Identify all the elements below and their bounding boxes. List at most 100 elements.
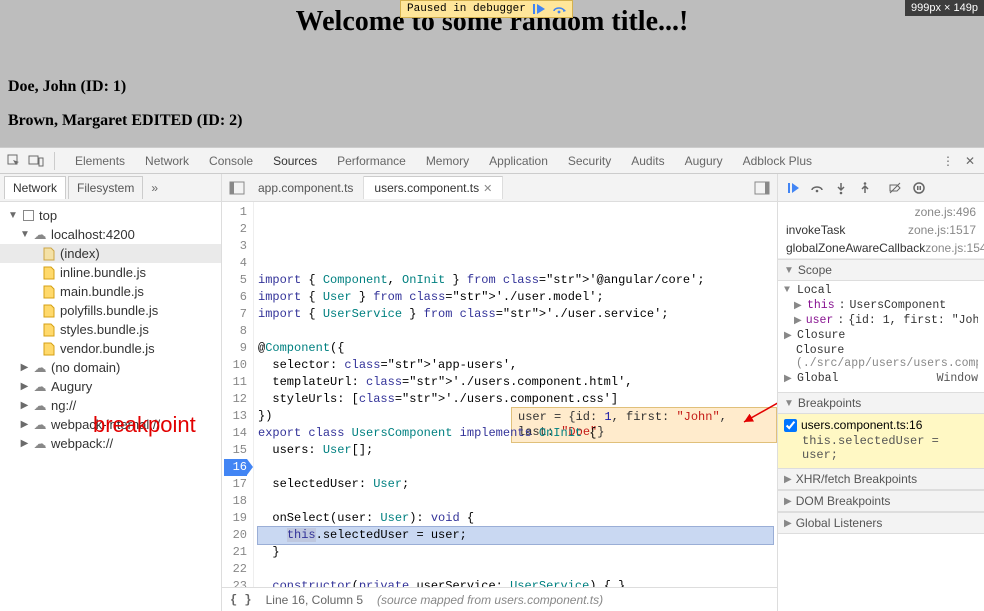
user-entry-2[interactable]: Brown, Margaret EDITED (ID: 2) [8,112,243,130]
device-toggle-icon[interactable] [28,153,44,169]
line-number[interactable]: 11 [224,374,247,391]
scope-local-header[interactable]: ▼Local [784,283,978,298]
code-line[interactable]: templateUrl: class="str">'./users.compon… [258,374,773,391]
code-line[interactable]: }) [258,408,773,425]
devtools-tab-sources[interactable]: Sources [263,148,327,176]
tree-top[interactable]: ▼ top [0,206,221,225]
tree-domain[interactable]: ▶☁Augury [0,377,221,396]
nav-tab-more[interactable]: » [145,181,164,195]
line-number[interactable]: 21 [224,544,247,561]
dom-breakpoints-header[interactable]: ▶DOM Breakpoints [778,490,984,512]
code-line[interactable]: users: User[]; [258,442,773,459]
line-number[interactable]: 22 [224,561,247,578]
resume-button-icon[interactable] [784,179,802,197]
devtools-tab-adblock-plus[interactable]: Adblock Plus [733,148,822,174]
line-number[interactable]: 9 [224,340,247,357]
scope-header[interactable]: ▼Scope [778,259,984,281]
tree-file[interactable]: styles.bundle.js [0,320,221,339]
nav-tab-filesystem[interactable]: Filesystem [68,176,143,199]
line-number[interactable]: 19 [224,510,247,527]
devtools-tab-application[interactable]: Application [479,148,558,174]
line-number[interactable]: 7 [224,306,247,323]
scope-closure-2[interactable]: Closure(./src/app/users/users.component.… [784,343,978,371]
line-number[interactable]: 13 [224,408,247,425]
callstack-name-1[interactable]: invokeTask [786,223,845,237]
line-number[interactable]: 1 [224,204,247,221]
devtools-tab-security[interactable]: Security [558,148,621,174]
nav-tab-network[interactable]: Network [4,176,66,199]
xhr-breakpoints-header[interactable]: ▶XHR/fetch Breakpoints [778,468,984,490]
line-number[interactable]: 5 [224,272,247,289]
line-number[interactable]: 2 [224,221,247,238]
code-line[interactable]: selectedUser: User; [258,476,773,493]
editor-tab[interactable]: users.component.ts ✕ [364,176,503,199]
code-line[interactable]: constructor(private userService: UserSer… [258,578,773,587]
line-number[interactable]: 15 [224,442,247,459]
callstack-loc-2[interactable]: zone.js:1543 [925,241,984,255]
tree-file[interactable]: main.bundle.js [0,282,221,301]
line-number[interactable]: 6 [224,289,247,306]
toggle-debugger-icon[interactable] [751,181,773,195]
code-line[interactable]: export class UsersComponent implements O… [258,425,773,442]
step-out-icon[interactable] [856,179,874,197]
code-line[interactable]: import { UserService } from class="str">… [258,306,773,323]
line-number[interactable]: 17 [224,476,247,493]
deactivate-breakpoints-icon[interactable] [886,179,904,197]
breakpoint-checkbox[interactable] [784,419,797,432]
tree-domain[interactable]: ▶☁(no domain) [0,358,221,377]
devtools-tab-memory[interactable]: Memory [416,148,479,174]
devtools-tab-network[interactable]: Network [135,148,199,174]
line-number[interactable]: 23 [224,578,247,587]
tree-file[interactable]: (index) [0,244,221,263]
line-number[interactable]: 4 [224,255,247,272]
tree-host[interactable]: ▼☁ localhost:4200 [0,225,221,244]
breakpoints-header[interactable]: ▼Breakpoints [778,392,984,414]
tree-file[interactable]: polyfills.bundle.js [0,301,221,320]
code-line[interactable]: import { User } from class="str">'./user… [258,289,773,306]
close-tab-icon[interactable]: ✕ [483,182,492,195]
global-listeners-header[interactable]: ▶Global Listeners [778,512,984,534]
scope-closure-1[interactable]: ▶Closure [784,328,978,343]
pause-on-exceptions-icon[interactable] [910,179,928,197]
code-line[interactable] [258,561,773,578]
step-into-icon[interactable] [832,179,850,197]
line-number[interactable]: 14 [224,425,247,442]
code-line[interactable]: styleUrls: [class="str">'./users.compone… [258,391,773,408]
devtools-tab-augury[interactable]: Augury [675,148,733,174]
devtools-tab-console[interactable]: Console [199,148,263,174]
close-devtools-icon[interactable]: ✕ [962,153,978,169]
callstack-loc-1[interactable]: zone.js:1517 [908,223,976,237]
step-over-button-icon[interactable] [808,179,826,197]
user-entry-1[interactable]: Doe, John (ID: 1) [8,78,126,96]
resume-icon[interactable] [532,3,546,15]
scope-user[interactable]: ▶user: {id: 1, first: "Joh [784,313,978,328]
code-line[interactable] [258,323,773,340]
breakpoint-marker[interactable]: 16 [224,459,247,476]
code-line[interactable]: } [258,544,773,561]
tree-file[interactable]: inline.bundle.js [0,263,221,282]
code-line[interactable] [258,493,773,510]
line-number[interactable]: 3 [224,238,247,255]
code-line[interactable]: import { Component, OnInit } from class=… [258,272,773,289]
devtools-tab-audits[interactable]: Audits [621,148,674,174]
inspect-element-icon[interactable] [6,153,22,169]
line-number[interactable]: 8 [224,323,247,340]
code-line[interactable]: onSelect(user: User): void { [258,510,773,527]
line-number[interactable]: 12 [224,391,247,408]
format-icon[interactable]: { } [230,593,252,607]
code-line[interactable]: selector: class="str">'app-users', [258,357,773,374]
code-line[interactable]: @Component({ [258,340,773,357]
line-number[interactable]: 20 [224,527,247,544]
code-line[interactable]: this.selectedUser = user; [258,527,773,544]
callstack-name-2[interactable]: globalZoneAwareCallback [786,241,925,255]
toggle-navigator-icon[interactable] [226,181,248,195]
step-over-icon[interactable] [552,3,566,15]
devtools-tab-elements[interactable]: Elements [65,148,135,174]
kebab-menu-icon[interactable]: ⋮ [940,153,956,169]
tree-file[interactable]: vendor.bundle.js [0,339,221,358]
line-number[interactable]: 10 [224,357,247,374]
line-number[interactable]: 18 [224,493,247,510]
breakpoint-item[interactable]: users.component.ts:16 [782,416,980,434]
code-line[interactable] [258,459,773,476]
callstack-loc-0[interactable]: zone.js:496 [915,205,976,219]
